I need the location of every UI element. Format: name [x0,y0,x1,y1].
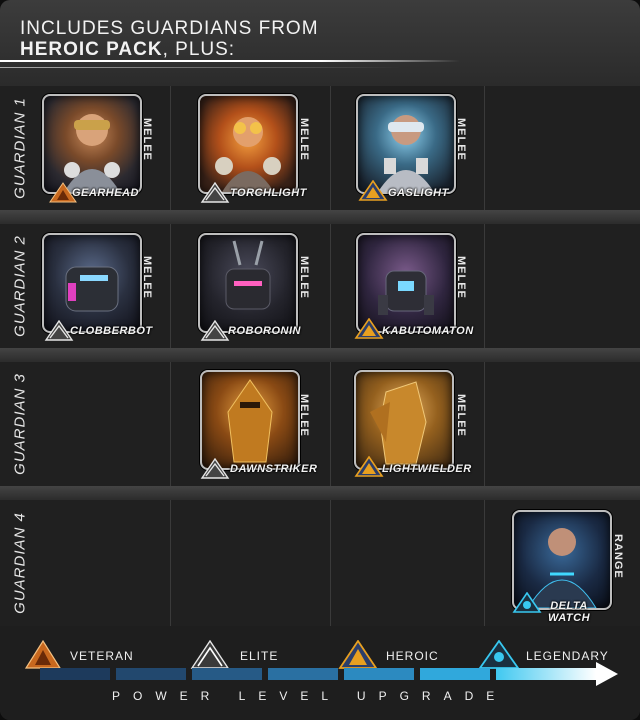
guardian-portrait-dawnstriker[interactable] [200,370,300,470]
guardian-row-3: GUARDIAN 3 MELEE DAWNSTRIKER MELEE LIGHT… [0,362,640,486]
name-gaslight: GASLIGHT [388,187,449,199]
panel-header: INCLUDES GUARDIANS FROM HEROIC PACK, PLU… [20,18,319,60]
guardian-row-4: GUARDIAN 4 RANGE DELTA WATCH [0,500,640,626]
header-underline-thin [0,67,400,68]
legendary-tier-icon [478,639,520,669]
elite-badge-icon [200,458,230,479]
legend-heroic: HEROIC [338,639,438,670]
role-roboronin: MELEE [298,256,310,299]
name-lightwielder: LIGHTWIELDER [382,463,472,475]
role-gearhead: MELEE [141,118,153,161]
role-clobberbot: MELEE [141,256,153,299]
role-gaslight: MELEE [455,118,467,161]
legend-elite: ELITE [190,639,277,670]
header-line-1: INCLUDES GUARDIANS FROM [20,18,319,39]
role-deltawatch: RANGE [612,534,624,579]
guardian-portrait-roboronin[interactable] [198,233,298,333]
row-separator [0,486,640,500]
role-kabutomaton: MELEE [455,256,467,299]
roboronin-art-icon [225,240,271,310]
row-label-guardian-2: GUARDIAN 2 [11,235,29,337]
legend-legendary-label: LEGENDARY [526,649,609,663]
power-level-legend: VETERAN ELITE HEROIC LEGENDARY POWER LEV… [0,626,640,720]
row-label-guardian-4: GUARDIAN 4 [11,512,29,614]
heroic-badge-icon [354,456,384,477]
role-dawnstriker: MELEE [298,394,310,437]
guardian-portrait-clobberbot[interactable] [42,233,142,333]
name-kabutomaton: KABUTOMATON [382,325,474,337]
legend-veteran: VETERAN [24,639,133,670]
legend-legendary: LEGENDARY [478,639,608,670]
legend-elite-label: ELITE [240,649,279,663]
power-level-bar [40,668,600,680]
lightwielder-art-icon [370,381,427,465]
guardian-row-1: GUARDIAN 1 MELEE GEARHEAD MELEE TORCHLIG… [0,86,640,210]
heroic-tier-icon [338,639,378,669]
header-underline [0,60,460,62]
legend-heroic-label: HEROIC [386,649,439,663]
legend-veteran-label: VETERAN [70,649,134,663]
guardian-portrait-torchlight[interactable] [198,94,298,194]
veteran-tier-icon [24,639,62,669]
row-label-guardian-1: GUARDIAN 1 [11,97,29,199]
header-pack-name: HEROIC PACK [20,39,163,60]
guardian-pack-panel: INCLUDES GUARDIANS FROM HEROIC PACK, PLU… [0,0,640,720]
heroic-badge-icon [358,180,388,201]
power-level-caption: POWER LEVEL UPGRADE [112,689,508,703]
name-deltawatch-line1: DELTA [550,600,588,612]
name-clobberbot: CLOBBERBOT [70,325,153,337]
clobberbot-art-icon [65,266,119,312]
name-roboronin: ROBORONIN [228,325,301,337]
name-gearhead: GEARHEAD [72,187,139,199]
torchlight-art-icon [215,117,281,192]
row-label-guardian-3: GUARDIAN 3 [11,373,29,475]
role-lightwielder: MELEE [455,394,467,437]
header-suffix: , PLUS: [162,39,236,60]
header-line-2: HEROIC PACK, PLUS: [20,39,319,60]
gaslight-art-icon [378,115,434,192]
dawnstriker-art-icon [227,379,273,463]
name-deltawatch-line2: WATCH [548,612,591,624]
gearhead-art-icon [64,114,120,192]
elite-badge-icon [200,182,230,203]
guardian-portrait-gearhead[interactable] [42,94,142,194]
elite-badge-icon [200,320,230,341]
guardian-portrait-lightwielder[interactable] [354,370,454,470]
heroic-badge-icon [354,318,384,339]
kabutomaton-art-icon [378,270,434,315]
role-torchlight: MELEE [298,118,310,161]
name-deltawatch: DELTA WATCH [548,600,590,624]
power-arrow-icon [596,662,618,686]
name-torchlight: TORCHLIGHT [230,187,307,199]
elite-tier-icon [190,639,230,669]
name-dawnstriker: DAWNSTRIKER [230,463,318,475]
row-separator [0,210,640,224]
legendary-badge-icon [512,592,542,613]
row-separator [0,348,640,362]
guardian-row-2: GUARDIAN 2 MELEE CLOBBERBOT MELEE ROBORO… [0,224,640,348]
guardian-portrait-gaslight[interactable] [356,94,456,194]
